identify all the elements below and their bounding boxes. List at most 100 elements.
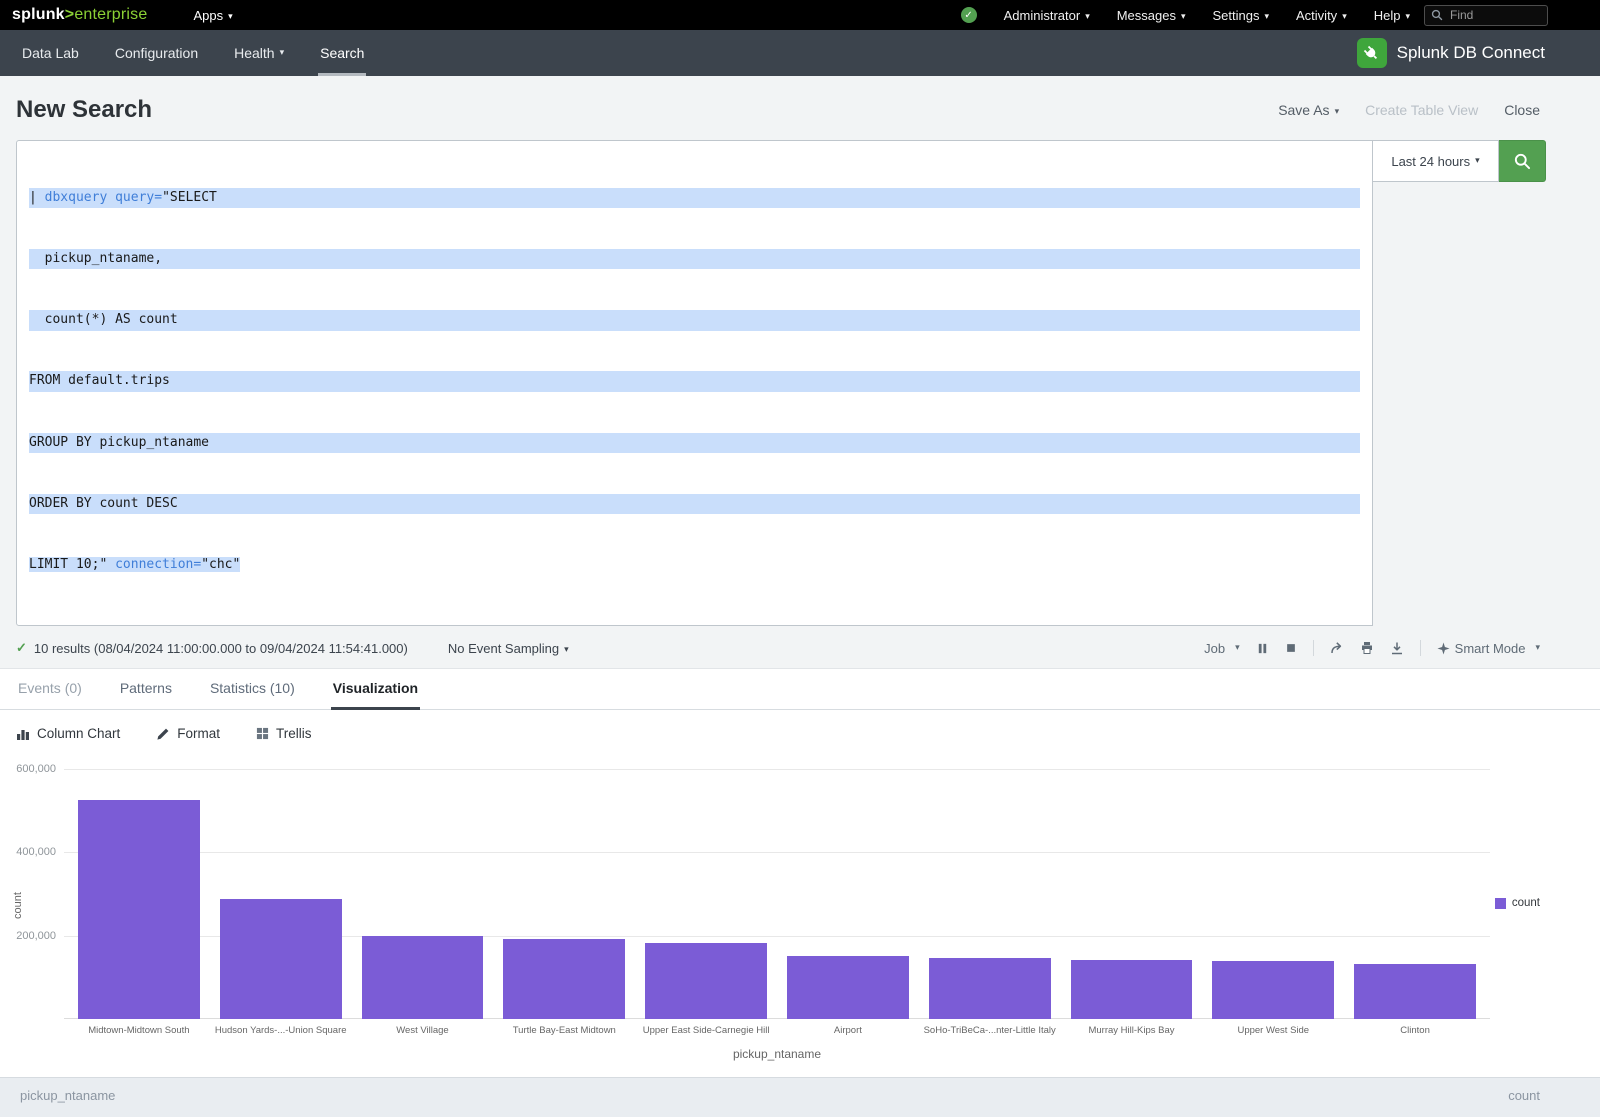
chart-bar-slot bbox=[635, 769, 777, 1019]
query-command: dbxquery bbox=[45, 190, 108, 205]
nav-search[interactable]: Search bbox=[302, 30, 382, 76]
splunk-logo[interactable]: splunk>enterprise bbox=[12, 6, 147, 24]
nav-configuration[interactable]: Configuration bbox=[97, 30, 216, 76]
menu-messages[interactable]: Messages▾ bbox=[1117, 8, 1186, 23]
menu-label: Settings bbox=[1213, 8, 1260, 23]
search-button[interactable] bbox=[1499, 140, 1546, 182]
logo-gt: > bbox=[65, 6, 75, 23]
query-line: | dbxquery query="SELECT bbox=[29, 188, 1360, 208]
menu-settings[interactable]: Settings ▾ bbox=[1213, 8, 1270, 23]
menu-label: Activity bbox=[1296, 8, 1337, 23]
caret-down-icon: ▾ bbox=[228, 11, 233, 21]
query-string: LIMIT 10;" bbox=[29, 557, 115, 572]
menu-help[interactable]: Help ▾ bbox=[1374, 8, 1410, 23]
menu-activity[interactable]: Activity ▾ bbox=[1296, 8, 1347, 23]
trellis-button[interactable]: Trellis bbox=[256, 726, 312, 741]
chart-bar[interactable] bbox=[787, 956, 909, 1019]
save-as-menu[interactable]: Save As ▾ bbox=[1278, 102, 1339, 118]
export-button[interactable] bbox=[1390, 641, 1404, 655]
x-tick-label: West Village bbox=[352, 1025, 494, 1036]
search-query-input[interactable]: | dbxquery query="SELECT pickup_ntaname,… bbox=[16, 140, 1373, 626]
format-label: Format bbox=[177, 726, 220, 741]
event-sampling-label: No Event Sampling bbox=[448, 641, 559, 656]
chart-bar[interactable] bbox=[929, 958, 1051, 1019]
results-tabs: Events (0) Patterns Statistics (10) Visu… bbox=[0, 669, 1600, 710]
query-string: "chc" bbox=[201, 557, 240, 572]
caret-down-icon: ▾ bbox=[1405, 11, 1410, 21]
tab-statistics[interactable]: Statistics (10) bbox=[208, 669, 297, 710]
chart-bar[interactable] bbox=[1354, 964, 1476, 1020]
query-line: count(*) AS count bbox=[29, 310, 1360, 330]
chart-bar-slot bbox=[352, 769, 494, 1019]
search-mode-menu[interactable]: Smart Mode▾ bbox=[1437, 641, 1540, 656]
smart-mode-label: Smart Mode bbox=[1455, 641, 1526, 656]
chart-bar-slot bbox=[1061, 769, 1203, 1019]
chart-bar[interactable] bbox=[503, 939, 625, 1019]
column-header-pickup-ntaname[interactable]: pickup_ntaname bbox=[20, 1088, 115, 1117]
save-as-label: Save As bbox=[1278, 102, 1329, 118]
x-tick-label: Murray Hill-Kips Bay bbox=[1061, 1025, 1203, 1036]
tab-patterns[interactable]: Patterns bbox=[118, 669, 174, 710]
chart-bar[interactable] bbox=[78, 800, 200, 1019]
trellis-label: Trellis bbox=[276, 726, 312, 741]
chart-bar[interactable] bbox=[645, 943, 767, 1020]
column-chart: count 600,000 400,000 200,000 Midtown-Mi… bbox=[0, 759, 1600, 1069]
query-param: query= bbox=[115, 190, 162, 205]
event-sampling-menu[interactable]: No Event Sampling▾ bbox=[448, 641, 569, 656]
create-table-view-button[interactable]: Create Table View bbox=[1365, 102, 1478, 118]
query-line: FROM default.trips bbox=[29, 371, 1360, 391]
tab-visualization[interactable]: Visualization bbox=[331, 669, 420, 710]
print-button[interactable] bbox=[1360, 641, 1374, 655]
tab-events[interactable]: Events (0) bbox=[16, 669, 84, 710]
caret-down-icon: ▾ bbox=[1181, 11, 1186, 21]
apps-menu[interactable]: Apps▾ bbox=[193, 8, 232, 23]
download-icon bbox=[1390, 641, 1404, 655]
top-chrome-bar: splunk>enterprise Apps▾ ✓ Administrator▾… bbox=[0, 0, 1600, 30]
query-line: ORDER BY count DESC bbox=[29, 494, 1360, 514]
chart-bar-slot bbox=[493, 769, 635, 1019]
app-identity[interactable]: Splunk DB Connect bbox=[1357, 38, 1545, 68]
chart-bar[interactable] bbox=[1071, 960, 1193, 1019]
trellis-icon bbox=[256, 727, 269, 740]
x-tick-label: SoHo-TriBeCa-...nter-Little Italy bbox=[919, 1025, 1061, 1036]
find-search-box[interactable] bbox=[1424, 5, 1548, 26]
statistics-table-header: pickup_ntaname count bbox=[0, 1077, 1600, 1117]
y-tick-label: 200,000 bbox=[0, 930, 56, 942]
search-icon bbox=[1513, 152, 1532, 171]
caret-down-icon: ▾ bbox=[1335, 106, 1340, 116]
close-button[interactable]: Close bbox=[1504, 102, 1540, 118]
chart-type-button[interactable]: Column Chart bbox=[16, 726, 120, 741]
legend[interactable]: count bbox=[1495, 897, 1540, 909]
smart-mode-icon bbox=[1437, 642, 1450, 655]
separator bbox=[1313, 640, 1314, 656]
menu-administrator[interactable]: Administrator▾ bbox=[1004, 8, 1090, 23]
search-header-region: New Search Save As▾ Create Table View Cl… bbox=[0, 76, 1600, 669]
nav-data-lab[interactable]: Data Lab bbox=[4, 30, 97, 76]
chart-type-label: Column Chart bbox=[37, 726, 120, 741]
stop-button[interactable] bbox=[1285, 642, 1297, 654]
format-button[interactable]: Format bbox=[156, 726, 220, 741]
job-menu[interactable]: Job▾ bbox=[1204, 641, 1240, 656]
legend-swatch bbox=[1495, 898, 1506, 909]
time-range-picker[interactable]: Last 24 hours▾ bbox=[1373, 140, 1499, 182]
menu-label: Help bbox=[1374, 8, 1401, 23]
find-input[interactable] bbox=[1448, 7, 1538, 23]
caret-down-icon: ▾ bbox=[1264, 11, 1269, 21]
x-labels: Midtown-Midtown SouthHudson Yards-...-Un… bbox=[64, 1025, 1490, 1036]
y-tick-label: 600,000 bbox=[0, 763, 56, 775]
column-header-count[interactable]: count bbox=[1508, 1088, 1540, 1117]
nav-health[interactable]: Health▾ bbox=[216, 30, 302, 76]
chart-bar[interactable] bbox=[220, 899, 342, 1020]
share-button[interactable] bbox=[1330, 641, 1344, 655]
results-summary: 10 results (08/04/2024 11:00:00.000 to 0… bbox=[34, 641, 408, 656]
x-axis-title: pickup_ntaname bbox=[64, 1047, 1490, 1061]
chart-bar[interactable] bbox=[362, 936, 484, 1019]
health-status-icon[interactable]: ✓ bbox=[961, 7, 977, 23]
query-space bbox=[107, 190, 115, 205]
pencil-icon bbox=[156, 727, 170, 741]
menu-label: Administrator bbox=[1004, 8, 1081, 23]
y-tick-label: 400,000 bbox=[0, 846, 56, 858]
chart-bar[interactable] bbox=[1212, 961, 1334, 1019]
pause-button[interactable] bbox=[1256, 642, 1269, 655]
caret-down-icon: ▾ bbox=[1342, 11, 1347, 21]
